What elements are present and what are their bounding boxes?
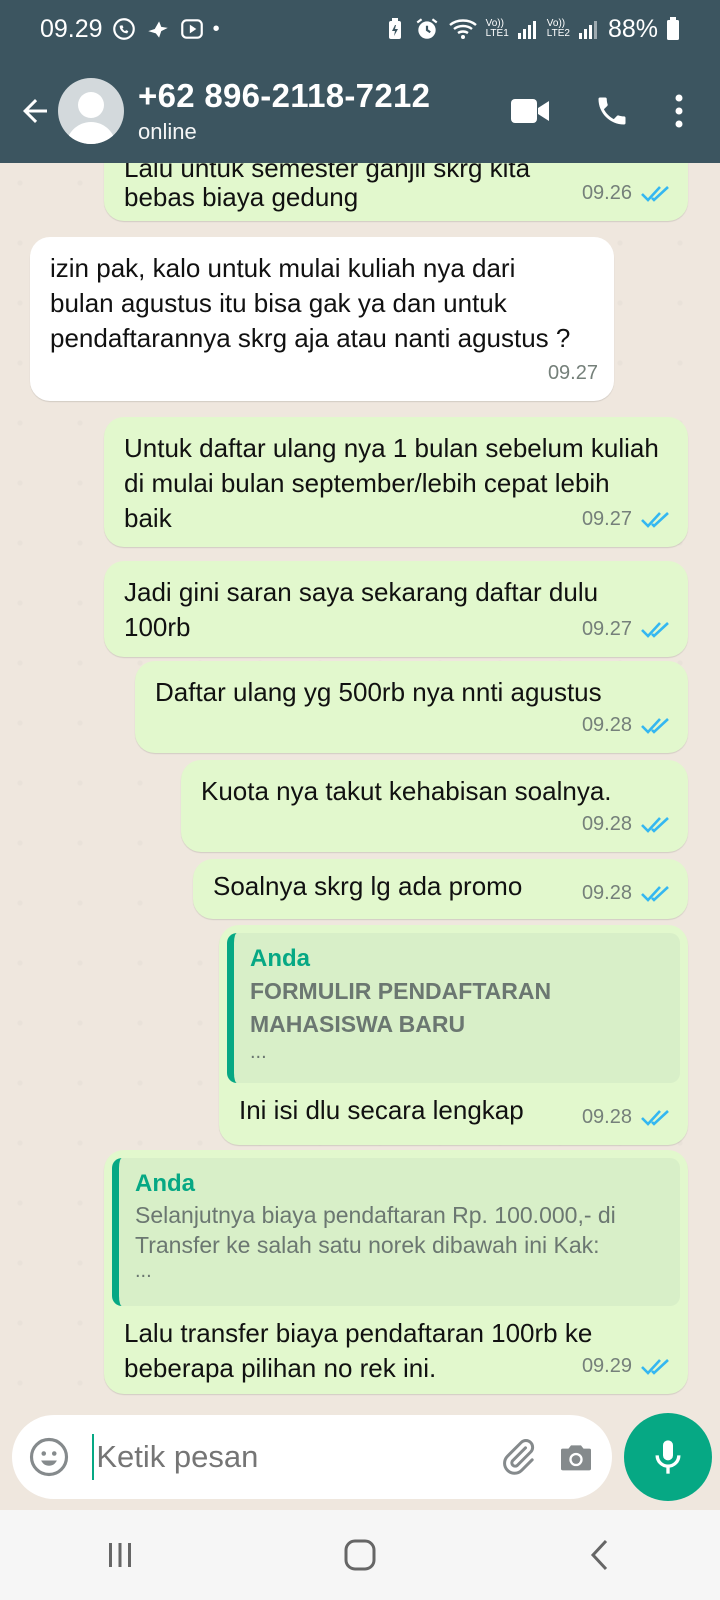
message-bubble-outgoing-reply[interactable]: Anda FORMULIR PENDAFTARAN MAHASISWA BARU… [219,925,688,1145]
message-bubble-incoming[interactable]: izin pak, kalo untuk mulai kuliah nya da… [30,237,614,401]
message-bubble-outgoing[interactable]: Untuk daftar ulang nya 1 bulan sebelum k… [104,417,688,547]
quote-more: ... [250,1041,267,1063]
chat-header: +62 896-2118-7212 online [0,70,720,152]
message-time: 09.29 [581,1355,632,1377]
message-time: 09.26 [581,182,632,204]
back-arrow-icon[interactable] [12,88,58,134]
read-receipt-icon [641,185,669,202]
message-bubble-outgoing[interactable]: Lalu untuk semester ganjil skrg kita beb… [104,163,688,221]
play-notification-icon [180,19,203,39]
status-bar: 09.29 • Vo)) LTE1 Vo)) LTE2 88% [40,12,680,46]
message-bubble-outgoing[interactable]: Soalnya skrg lg ada promo 09.28 [193,859,688,919]
app-header: 09.29 • Vo)) LTE1 Vo)) LTE2 88% +62 896-21… [0,0,720,163]
message-time: 09.28 [581,1106,632,1128]
sim2-signal: Vo)) LTE2 [546,18,570,39]
quote-title: FORMULIR PENDAFTARAN MAHASISWA BARU [250,978,552,1037]
message-bubble-outgoing[interactable]: Jadi gini saran saya sekarang daftar dul… [104,561,688,657]
contact-name: +62 896-2118-7212 [138,77,431,114]
message-composer [12,1415,612,1499]
home-icon[interactable] [320,1525,400,1585]
video-call-icon[interactable] [500,81,560,141]
battery-percent: 88% [607,14,658,43]
battery-saver-icon [388,18,401,39]
contact-info[interactable]: +62 896-2118-7212 online [138,77,500,145]
avatar[interactable] [58,78,124,144]
dot-icon: • [212,17,220,40]
message-text: izin pak, kalo untuk mulai kuliah nya da… [50,253,571,353]
quote-author: Anda [250,945,310,972]
attach-icon[interactable] [495,1429,539,1485]
message-time: 09.28 [581,813,632,835]
emoji-icon[interactable] [28,1433,70,1481]
read-receipt-icon [641,885,669,902]
message-bubble-outgoing[interactable]: Daftar ulang yg 500rb nya nnti agustus 0… [135,661,688,753]
message-time: 09.27 [581,618,632,640]
quoted-message[interactable]: Anda Selanjutnya biaya pendaftaran Rp. 1… [112,1158,680,1306]
quote-author: Anda [135,1170,195,1197]
message-bubble-outgoing-reply[interactable]: Anda Selanjutnya biaya pendaftaran Rp. 1… [104,1150,688,1394]
message-input[interactable] [96,1439,496,1475]
message-time: 09.28 [581,714,632,736]
bird-notification-icon [147,21,168,38]
chat-area[interactable]: Lalu untuk semester ganjil skrg kita beb… [0,163,720,1408]
read-receipt-icon [641,1358,669,1375]
status-time: 09.29 [40,14,103,43]
sim1-signal: Vo)) LTE1 [485,18,509,39]
whatsapp-notification-icon [112,18,135,40]
message-time: 09.27 [581,508,632,530]
more-options-icon[interactable] [664,81,694,141]
quote-body: Selanjutnya biaya pendaftaran Rp. 100.00… [135,1202,616,1258]
camera-icon[interactable] [554,1429,598,1485]
text-cursor [92,1434,95,1480]
battery-icon [667,17,679,40]
signal1-icon [517,21,536,39]
message-time: 09.27 [547,362,598,384]
recent-apps-icon[interactable] [80,1525,160,1585]
alarm-icon [416,18,438,39]
quote-more: ... [135,1260,152,1282]
message-text: Kuota nya takut kehabisan soalnya. [201,776,612,806]
read-receipt-icon [641,717,669,734]
read-receipt-icon [641,1109,669,1126]
contact-status: online [138,119,197,144]
mic-icon[interactable] [624,1413,712,1501]
wifi-icon [448,19,477,39]
signal2-icon [578,21,597,39]
read-receipt-icon [641,511,669,528]
read-receipt-icon [641,816,669,833]
read-receipt-icon [641,621,669,638]
quoted-message[interactable]: Anda FORMULIR PENDAFTARAN MAHASISWA BARU… [227,933,680,1083]
phone-icon[interactable] [582,81,642,141]
message-bubble-outgoing[interactable]: Kuota nya takut kehabisan soalnya. 09.28 [181,760,688,852]
message-time: 09.28 [581,882,632,904]
system-navigation-bar [0,1510,720,1600]
message-text: Daftar ulang yg 500rb nya nnti agustus [155,677,602,707]
back-nav-icon[interactable] [560,1525,640,1585]
